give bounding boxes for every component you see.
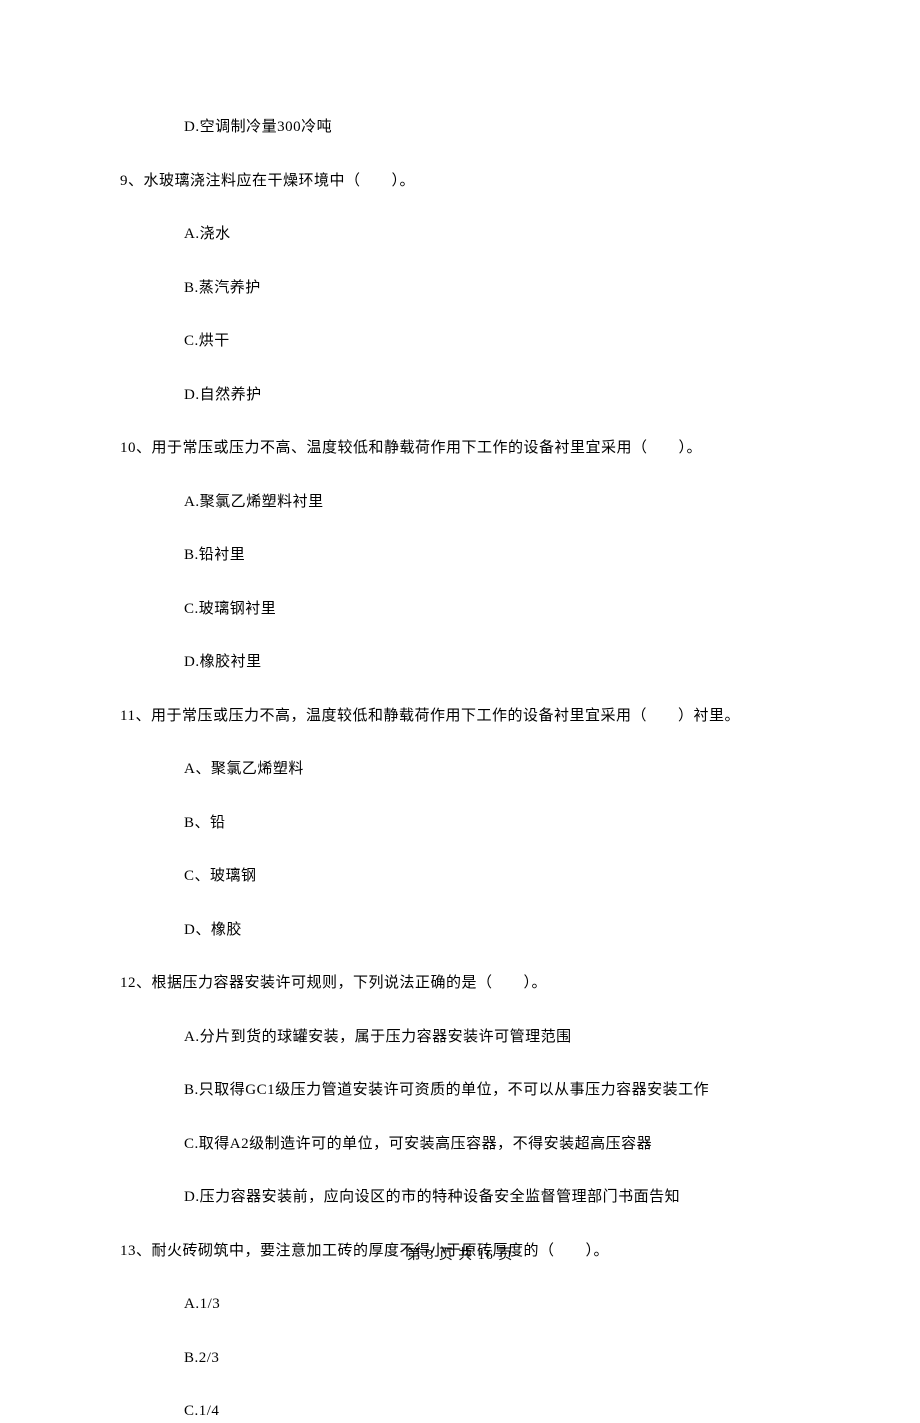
question-9-option-c: C.烘干 (184, 330, 800, 353)
page-footer: 第 3 页 共 16 页 (0, 1244, 920, 1264)
question-11-option-c: C、玻璃钢 (184, 865, 800, 888)
question-12-option-d: D.压力容器安装前，应向设区的市的特种设备安全监督管理部门书面告知 (184, 1186, 800, 1209)
question-number: 11、 (120, 708, 151, 724)
question-13-option-a: A.1/3 (184, 1293, 800, 1316)
question-11-option-d: D、橡胶 (184, 919, 800, 942)
page-content: D.空调制冷量300冷吨 9、水玻璃浇注料应在干燥环境中（ ）。 A.浇水 B.… (0, 0, 920, 1423)
question-9-option-a: A.浇水 (184, 223, 800, 246)
question-9: 9、水玻璃浇注料应在干燥环境中（ ）。 (120, 170, 800, 193)
question-11-option-a: A、聚氯乙烯塑料 (184, 758, 800, 781)
question-number: 9、 (120, 173, 144, 189)
question-9-option-b: B.蒸汽养护 (184, 277, 800, 300)
question-10-option-d: D.橡胶衬里 (184, 651, 800, 674)
question-11: 11、用于常压或压力不高，温度较低和静载荷作用下工作的设备衬里宜采用（ ）衬里。 (120, 705, 800, 728)
question-number: 10、 (120, 440, 152, 456)
question-12-option-b: B.只取得GC1级压力管道安装许可资质的单位，不可以从事压力容器安装工作 (184, 1079, 800, 1102)
question-text: 根据压力容器安装许可规则，下列说法正确的是（ ）。 (152, 975, 548, 991)
question-text: 用于常压或压力不高，温度较低和静载荷作用下工作的设备衬里宜采用（ ）衬里。 (151, 708, 740, 724)
question-13-option-c: C.1/4 (184, 1400, 800, 1423)
question-12: 12、根据压力容器安装许可规则，下列说法正确的是（ ）。 (120, 972, 800, 995)
question-10-option-c: C.玻璃钢衬里 (184, 598, 800, 621)
question-12-option-c: C.取得A2级制造许可的单位，可安装高压容器，不得安装超高压容器 (184, 1133, 800, 1156)
question-text: 水玻璃浇注料应在干燥环境中（ ）。 (144, 173, 416, 189)
question-10-option-a: A.聚氯乙烯塑料衬里 (184, 491, 800, 514)
prev-question-option-d: D.空调制冷量300冷吨 (184, 116, 800, 139)
question-number: 12、 (120, 975, 152, 991)
question-10-option-b: B.铅衬里 (184, 544, 800, 567)
question-9-option-d: D.自然养护 (184, 384, 800, 407)
question-12-option-a: A.分片到货的球罐安装，属于压力容器安装许可管理范围 (184, 1026, 800, 1049)
question-11-option-b: B、铅 (184, 812, 800, 835)
question-10: 10、用于常压或压力不高、温度较低和静载荷作用下工作的设备衬里宜采用（ ）。 (120, 437, 800, 460)
question-13-option-b: B.2/3 (184, 1347, 800, 1370)
question-text: 用于常压或压力不高、温度较低和静载荷作用下工作的设备衬里宜采用（ ）。 (152, 440, 703, 456)
